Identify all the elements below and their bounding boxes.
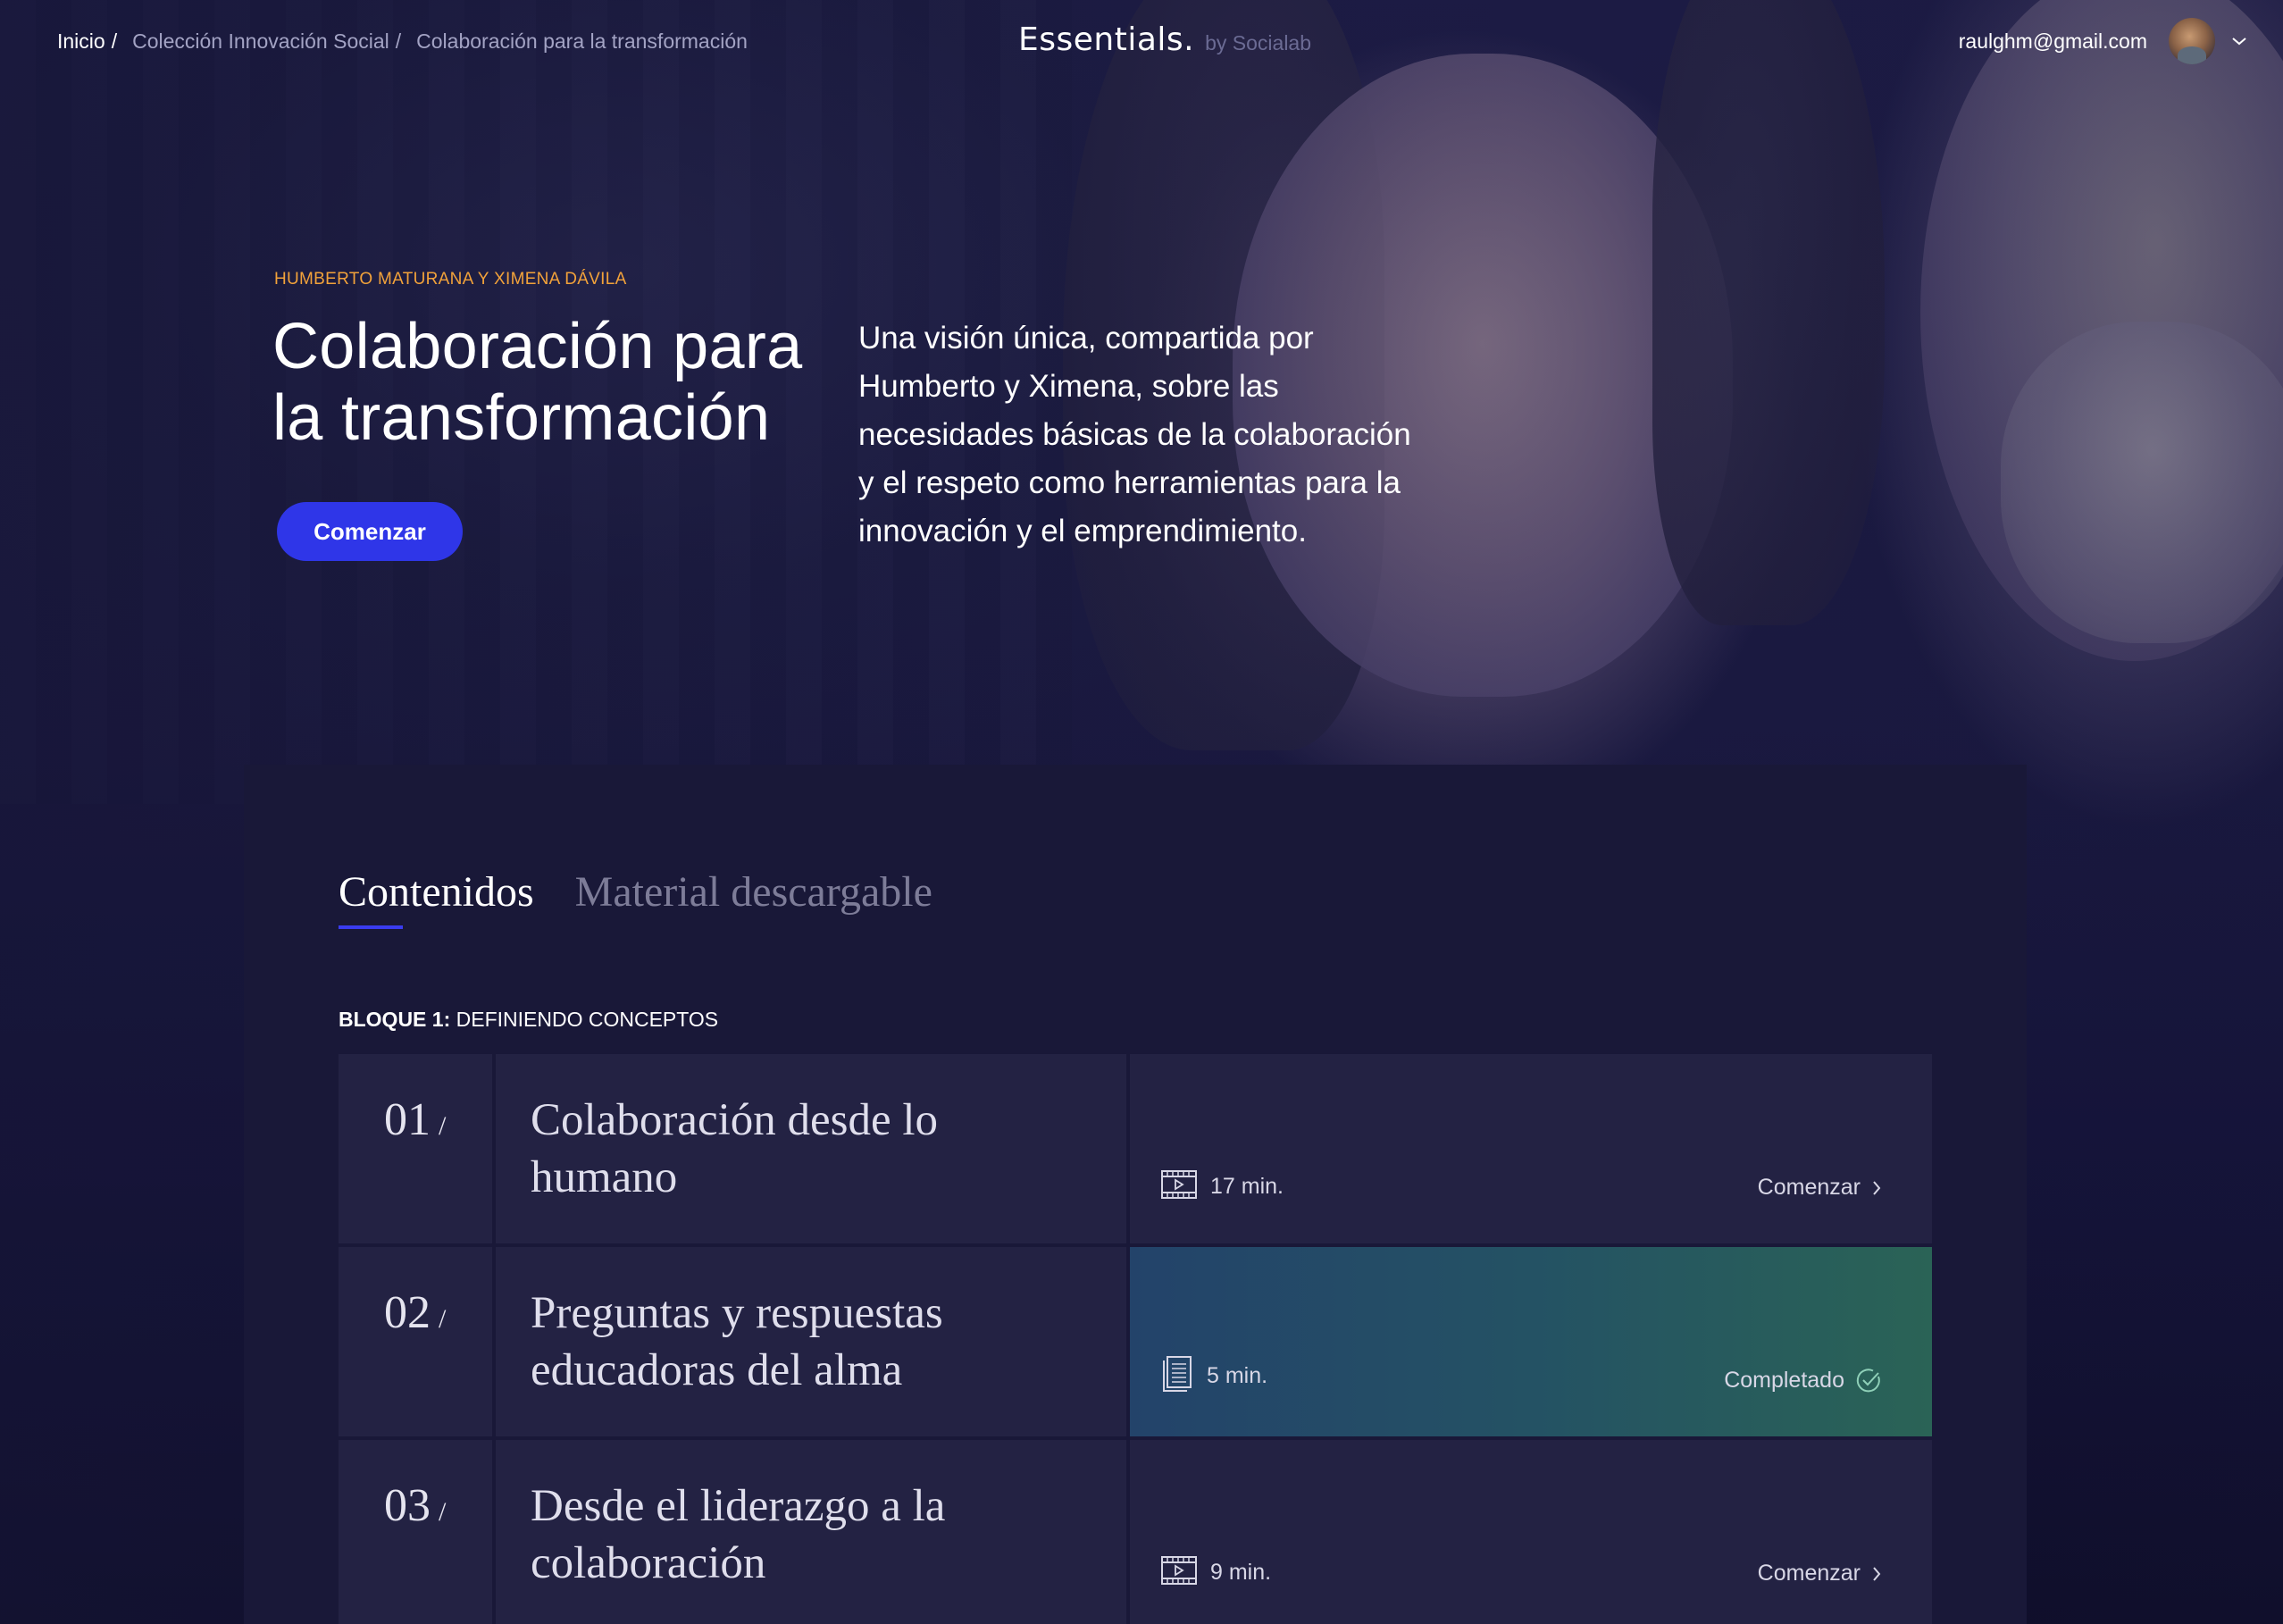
lesson-info-cell-completed: 5 min. Completado <box>1130 1247 1932 1436</box>
chevron-down-icon[interactable] <box>2231 33 2247 49</box>
breadcrumb-separator: / <box>111 29 118 53</box>
lesson-title-cell: Desde el liderazgo a la colaboración <box>496 1440 1126 1624</box>
tab-label: Contenidos <box>339 868 534 916</box>
lesson-row[interactable]: 02 / Preguntas y respuestas educadoras d… <box>339 1247 1932 1436</box>
action-label: Comenzar <box>1757 1561 1861 1586</box>
lesson-info-cell: 17 min. Comenzar <box>1130 1054 1932 1243</box>
lesson-title: Desde el liderazgo a la colaboración <box>531 1481 946 1588</box>
user-email: raulghm@gmail.com <box>1958 29 2147 53</box>
brand-logo[interactable]: Essentials. by Socialab <box>1018 21 1311 58</box>
course-description: Una visión única, compartida por Humbert… <box>858 321 1411 548</box>
top-bar: Inicio / Colección Innovación Social / C… <box>0 0 2283 86</box>
block-name: DEFINIENDO CONCEPTOS <box>456 1008 719 1031</box>
lesson-start-button[interactable]: Comenzar <box>1758 1561 1882 1586</box>
video-icon <box>1160 1169 1198 1204</box>
lesson-row[interactable]: 03 / Desde el liderazgo a la colaboració… <box>339 1440 1932 1624</box>
breadcrumb-separator: / <box>395 29 402 53</box>
duration-text: 17 min. <box>1210 1174 1284 1199</box>
action-label: Completado <box>1724 1367 1844 1393</box>
lesson-number-slash: / <box>439 1497 447 1527</box>
user-menu[interactable]: raulghm@gmail.com <box>1959 18 2247 64</box>
breadcrumb-item-current[interactable]: Colaboración para la transformación <box>416 29 748 54</box>
brand-byline: by Socialab <box>1205 31 1312 54</box>
lesson-number-cell: 03 / <box>339 1440 492 1624</box>
chevron-right-icon <box>1871 1179 1882 1197</box>
lesson-title-cell: Colaboración desde lo humano <box>496 1054 1126 1243</box>
active-tab-indicator <box>339 925 403 929</box>
check-circle-icon <box>1855 1367 1882 1394</box>
lesson-duration: 17 min. <box>1160 1169 1284 1204</box>
block-prefix: BLOQUE 1: <box>339 1008 451 1031</box>
lesson-number: 03 <box>384 1480 431 1531</box>
lesson-info-cell: 9 min. Comenzar <box>1130 1440 1932 1624</box>
lesson-number: 01 <box>384 1094 431 1145</box>
duration-text: 5 min. <box>1207 1363 1268 1388</box>
tab-material-descargable[interactable]: Material descargable <box>575 867 932 929</box>
breadcrumb: Inicio / Colección Innovación Social / C… <box>57 29 748 54</box>
lesson-completed-status[interactable]: Completado <box>1724 1367 1882 1394</box>
tab-contenidos[interactable]: Contenidos <box>339 867 534 929</box>
lesson-number-slash: / <box>439 1304 447 1334</box>
breadcrumb-item-coleccion[interactable]: Colección Innovación Social <box>132 29 389 54</box>
action-label: Comenzar <box>1757 1175 1861 1200</box>
course-page: Inicio / Colección Innovación Social / C… <box>0 0 2283 1624</box>
content-tabs: Contenidos Material descargable <box>339 867 932 929</box>
start-course-button[interactable]: Comenzar <box>277 502 463 561</box>
lesson-number-slash: / <box>439 1111 447 1141</box>
course-authors: HUMBERTO MATURANA Y XIMENA DÁVILA <box>274 270 627 289</box>
lesson-duration: 5 min. <box>1160 1355 1267 1397</box>
lesson-number: 02 <box>384 1287 431 1338</box>
block-heading: BLOQUE 1: DEFINIENDO CONCEPTOS <box>339 1008 718 1032</box>
user-avatar[interactable] <box>2169 18 2215 64</box>
lesson-title-cell: Preguntas y respuestas educadoras del al… <box>496 1247 1126 1436</box>
lesson-start-button[interactable]: Comenzar <box>1758 1175 1882 1201</box>
lesson-row[interactable]: 01 / Colaboración desde lo humano 17 min… <box>339 1054 1932 1243</box>
content-panel: Contenidos Material descargable BLOQUE 1… <box>244 765 2027 1624</box>
document-icon <box>1160 1355 1194 1397</box>
lesson-number-cell: 01 / <box>339 1054 492 1243</box>
lesson-title: Colaboración desde lo humano <box>531 1095 939 1202</box>
video-icon <box>1160 1555 1198 1590</box>
tab-label: Material descargable <box>574 868 932 916</box>
brand-name: Essentials. <box>1018 21 1195 58</box>
course-title: Colaboración para la transformación <box>272 311 803 454</box>
chevron-right-icon <box>1871 1565 1882 1583</box>
lesson-list: 01 / Colaboración desde lo humano 17 min… <box>339 1054 1932 1624</box>
lesson-title: Preguntas y respuestas educadoras del al… <box>531 1288 943 1395</box>
lesson-number-cell: 02 / <box>339 1247 492 1436</box>
breadcrumb-item-inicio[interactable]: Inicio <box>57 29 105 54</box>
lesson-duration: 9 min. <box>1160 1555 1271 1590</box>
duration-text: 9 min. <box>1210 1560 1272 1585</box>
